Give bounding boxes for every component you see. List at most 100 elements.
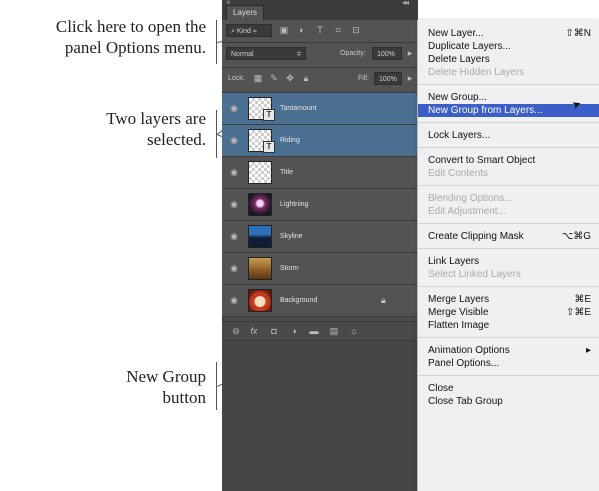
adjustment-layer-icon[interactable]: ◑ bbox=[288, 325, 300, 337]
layer-name[interactable]: Skyline bbox=[280, 231, 303, 242]
lock-transparent-icon[interactable]: ▦ bbox=[252, 72, 264, 85]
chevron-down-icon[interactable]: ▸ bbox=[404, 47, 416, 60]
menu-item-label: Merge Visible bbox=[428, 307, 489, 318]
lock-position-icon[interactable]: ✥ bbox=[284, 72, 296, 85]
menu-item-label: Close Tab Group bbox=[428, 396, 503, 407]
visibility-eye-icon[interactable]: ◉ bbox=[228, 167, 240, 177]
menu-item-shortcut: ⇧⌘N bbox=[565, 28, 591, 39]
layers-panel: × ◂◂ Layers ⌕ Kind ≑ ▣ ◐ T ⌗ ⊡ Normal ≑ … bbox=[222, 0, 418, 491]
submenu-arrow-icon: ▸ bbox=[585, 345, 591, 356]
fill-field[interactable]: 100% bbox=[374, 72, 402, 85]
layer-thumbnail bbox=[248, 289, 272, 312]
menu-item[interactable]: Duplicate Layers... bbox=[418, 40, 599, 53]
layer-thumbnail bbox=[248, 257, 272, 280]
menu-item: Delete Hidden Layers bbox=[418, 66, 599, 79]
menu-item[interactable]: Merge Layers ⌘E bbox=[418, 293, 599, 306]
menu-item-label: Duplicate Layers... bbox=[428, 41, 511, 52]
menu-item[interactable]: Create Clipping Mask ⌥⌘G bbox=[418, 230, 599, 243]
menu-item[interactable]: Link Layers bbox=[418, 255, 599, 268]
pixel-filter-icon[interactable]: ▣ bbox=[278, 24, 290, 37]
layer-row[interactable]: ◉ Skyline bbox=[222, 221, 418, 253]
smart-object-filter-icon[interactable]: ⊡ bbox=[350, 24, 362, 37]
menu-item[interactable]: Delete Layers bbox=[418, 53, 599, 66]
menu-item[interactable]: Lock Layers... bbox=[418, 129, 599, 142]
menu-item-label: New Group... bbox=[428, 92, 487, 103]
menu-item[interactable]: Panel Options... bbox=[418, 357, 599, 370]
adjustment-filter-icon[interactable]: ◐ bbox=[296, 24, 308, 37]
filter-kind-select[interactable]: ⌕ Kind ≑ bbox=[226, 24, 272, 37]
visibility-eye-icon[interactable]: ◉ bbox=[228, 295, 240, 305]
fill-label: Fill: bbox=[358, 75, 369, 82]
new-group-button[interactable]: ▬ bbox=[308, 325, 320, 337]
lock-row: Lock: ▦ ✎ ✥ 🔒︎ Fill: 100% ▸ bbox=[222, 68, 418, 93]
opacity-field[interactable]: 100% bbox=[372, 47, 402, 60]
chevron-down-icon: ≑ bbox=[296, 51, 302, 58]
type-filter-icon[interactable]: T bbox=[314, 24, 326, 37]
menu-item-label: Panel Options... bbox=[428, 358, 500, 369]
menu-item-label: Lock Layers... bbox=[428, 130, 491, 141]
lock-label: Lock: bbox=[228, 75, 245, 82]
menu-item[interactable]: Animation Options ▸ bbox=[418, 344, 599, 357]
menu-item[interactable]: New Layer... ⇧⌘N bbox=[418, 27, 599, 40]
layer-name[interactable]: Lightning bbox=[280, 199, 308, 210]
menu-item[interactable]: Flatten Image bbox=[418, 319, 599, 332]
layer-row[interactable]: ◉ Storm bbox=[222, 253, 418, 285]
visibility-eye-icon[interactable]: ◉ bbox=[228, 263, 240, 273]
layer-row[interactable]: ◉ Background 🔒︎ bbox=[222, 285, 418, 317]
menu-item[interactable]: Close bbox=[418, 382, 599, 395]
layer-name[interactable]: Background bbox=[280, 295, 317, 306]
new-layer-icon[interactable]: ▤ bbox=[328, 325, 340, 337]
fx-icon[interactable]: fx bbox=[248, 325, 260, 337]
menu-separator bbox=[418, 147, 599, 148]
menu-item-label: Flatten Image bbox=[428, 320, 490, 331]
visibility-eye-icon[interactable]: ◉ bbox=[228, 135, 240, 145]
selected-layers-callout: Two layers are selected. bbox=[0, 108, 206, 150]
panel-empty-area bbox=[222, 341, 418, 491]
menu-item-label: Animation Options bbox=[428, 345, 510, 356]
callout-line: Two layers are bbox=[106, 109, 206, 128]
blend-mode-select[interactable]: Normal ≑ bbox=[226, 47, 306, 60]
menu-item: Select Linked Layers bbox=[418, 268, 599, 281]
lock-image-icon[interactable]: ✎ bbox=[268, 72, 280, 85]
lock-all-icon[interactable]: 🔒︎ bbox=[300, 72, 312, 85]
layer-row[interactable]: ◉ Title bbox=[222, 157, 418, 189]
layer-name[interactable]: Riding bbox=[280, 135, 300, 146]
menu-item-label: Select Linked Layers bbox=[428, 269, 521, 280]
menu-item-label: Merge Layers bbox=[428, 294, 490, 305]
callout-line: selected. bbox=[147, 130, 206, 149]
trash-icon[interactable]: ⌂ bbox=[348, 325, 360, 337]
menu-item-label: Convert to Smart Object bbox=[428, 155, 536, 166]
menu-separator bbox=[418, 375, 599, 376]
layer-row[interactable]: ◉ T Tantamount bbox=[222, 93, 418, 125]
menu-item[interactable]: Merge Visible ⇧⌘E bbox=[418, 306, 599, 319]
visibility-eye-icon[interactable]: ◉ bbox=[228, 103, 240, 113]
visibility-eye-icon[interactable]: ◉ bbox=[228, 231, 240, 241]
collapse-icon[interactable]: ◂◂ bbox=[402, 0, 409, 7]
menu-item-label: Edit Contents bbox=[428, 168, 489, 179]
mask-icon[interactable]: ◘ bbox=[268, 325, 280, 337]
layer-row[interactable]: ◉ T Riding bbox=[222, 125, 418, 157]
chevron-down-icon[interactable]: ▸ bbox=[404, 72, 416, 85]
fill-value: 100% bbox=[379, 76, 397, 83]
link-icon[interactable]: ⊖ bbox=[230, 325, 242, 337]
layer-thumbnail bbox=[248, 225, 272, 248]
menu-item-shortcut: ⌥⌘G bbox=[561, 231, 591, 242]
menu-item[interactable]: Convert to Smart Object bbox=[418, 154, 599, 167]
menu-item[interactable]: Close Tab Group bbox=[418, 395, 599, 408]
new-group-callout: New Group button bbox=[0, 366, 206, 408]
menu-separator bbox=[418, 248, 599, 249]
menu-item-label: New Group from Layers... bbox=[428, 105, 543, 116]
menu-separator bbox=[418, 337, 599, 338]
shape-filter-icon[interactable]: ⌗ bbox=[332, 24, 344, 37]
menu-item: Edit Contents bbox=[418, 167, 599, 180]
menu-item-label: Delete Layers bbox=[428, 54, 490, 65]
layer-row[interactable]: ◉ Lightning bbox=[222, 189, 418, 221]
layer-name[interactable]: Storm bbox=[280, 263, 299, 274]
visibility-eye-icon[interactable]: ◉ bbox=[228, 199, 240, 209]
tab-layers[interactable]: Layers bbox=[226, 5, 265, 20]
menu-item-label: Blending Options... bbox=[428, 193, 513, 204]
layer-name[interactable]: Title bbox=[280, 167, 293, 178]
type-layer-icon: T bbox=[263, 141, 275, 153]
layer-name[interactable]: Tantamount bbox=[280, 103, 317, 114]
menu-separator bbox=[418, 223, 599, 224]
